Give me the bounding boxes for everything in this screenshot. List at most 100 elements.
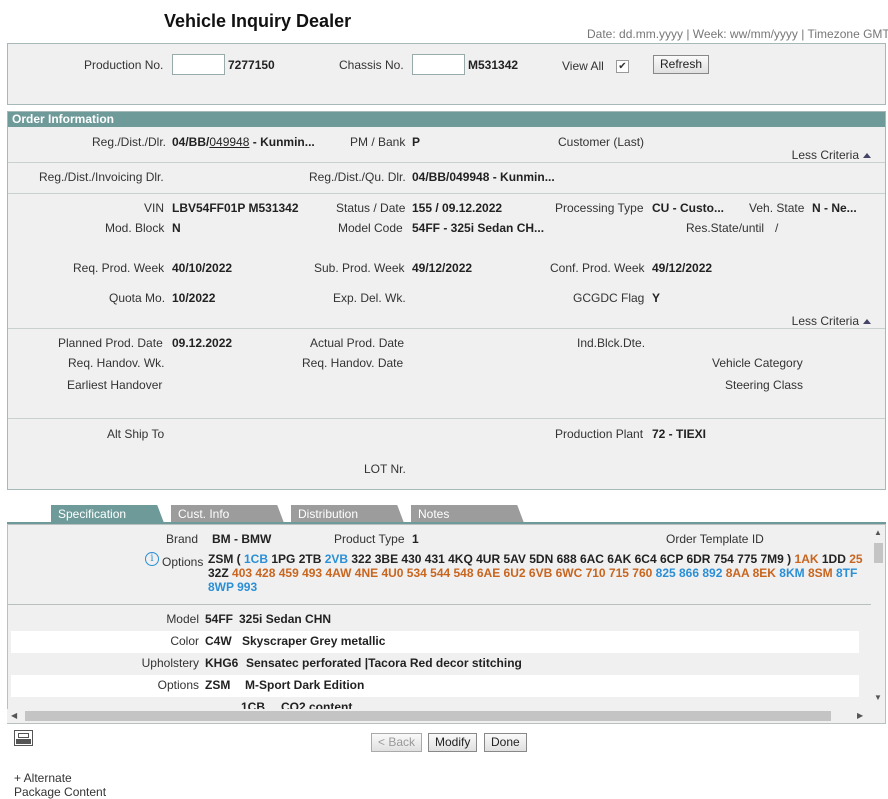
chassis-number-value: M531342 — [468, 58, 519, 72]
model-description: 325i Sedan CHN — [239, 612, 332, 626]
production-plant-value: 72 - TIEXI — [652, 427, 707, 441]
print-icon[interactable] — [14, 730, 33, 746]
spec-row-color: Color C4W Skyscraper Grey metallic — [11, 631, 859, 653]
tab-distribution[interactable]: Distribution — [291, 505, 404, 523]
req-prod-week-value: 40/10/2022 — [172, 261, 233, 275]
actual-prod-date-label: Actual Prod. Date — [310, 336, 405, 350]
chassis-number-input[interactable] — [412, 54, 465, 75]
vertical-scrollbar[interactable]: ▲ ▼ — [871, 525, 885, 723]
production-number-value: 7277150 — [228, 58, 275, 72]
color-label: Color — [170, 634, 199, 648]
options-row-description: M-Sport Dark Edition — [245, 678, 365, 692]
production-number-label: Production No. — [84, 58, 164, 72]
vehicle-category-label: Vehicle Category — [712, 356, 803, 370]
quota-month-label: Quota Mo. — [109, 291, 166, 305]
option-code-run: 8WP 993 — [208, 580, 258, 594]
info-icon[interactable]: i — [145, 552, 159, 566]
modify-button[interactable]: Modify — [428, 733, 478, 752]
exp-del-week-label: Exp. Del. Wk. — [333, 291, 406, 305]
option-code-run: 322 3BE 430 431 4KQ 4UR 5AV 5DN 688 6AC … — [348, 552, 795, 566]
scroll-thumb[interactable] — [25, 711, 831, 721]
options-line: ZSM ( 1CB 1PG 2TB 2VB 322 3BE 430 431 4K… — [208, 552, 863, 566]
qu-dlr-value: 04/BB/049948 - Kunmin... — [412, 170, 555, 184]
option-code-run: 8AA 8EK — [725, 566, 780, 580]
upholstery-description: Sensatec perforated |Tacora Red decor st… — [246, 656, 522, 670]
options-codes: ZSM ( 1CB 1PG 2TB 2VB 322 3BE 430 431 4K… — [208, 552, 863, 594]
order-information-header: Order Information — [8, 112, 885, 127]
view-all-checkbox[interactable]: ✔ — [616, 60, 629, 73]
tab-specification[interactable]: Specification — [51, 505, 164, 523]
tab-notes[interactable]: Notes — [411, 505, 524, 523]
view-all-label: View All — [562, 59, 604, 73]
product-type-value: 1 — [412, 532, 419, 546]
color-description: Skyscraper Grey metallic — [242, 634, 386, 648]
order-template-id-label: Order Template ID — [666, 532, 764, 546]
options-row-label: Options — [157, 678, 199, 692]
spec-row-model: Model 54FF 325i Sedan CHN — [11, 609, 859, 631]
brand-label: Brand — [166, 532, 199, 546]
status-date-value: 155 / 09.12.2022 — [412, 201, 503, 215]
option-code-run: 1AK — [794, 552, 819, 566]
scroll-up-icon[interactable]: ▲ — [874, 528, 882, 537]
model-code: 54FF — [205, 612, 234, 626]
package-content-link[interactable]: Package Content — [14, 785, 106, 799]
customer-last-label: Customer (Last) — [558, 135, 645, 149]
status-date-label: Status / Date — [336, 201, 406, 215]
qu-dlr-label: Reg./Dist./Qu. Dlr. — [309, 170, 406, 184]
mod-block-value: N — [172, 221, 181, 235]
refresh-button[interactable]: Refresh — [653, 55, 710, 74]
product-type-label: Product Type — [334, 532, 405, 546]
reg-dist-dlr-prefix: 04/BB/ — [172, 135, 210, 149]
vin-value: LBV54FF01P M531342 — [172, 201, 299, 215]
less-criteria-toggle[interactable]: Less Criteria — [792, 314, 871, 328]
conf-prod-week-label: Conf. Prod. Week — [550, 261, 645, 275]
divider — [8, 193, 885, 194]
production-number-input[interactable] — [172, 54, 225, 75]
mod-block-label: Mod. Block — [105, 221, 165, 235]
production-plant-label: Production Plant — [555, 427, 644, 441]
options-row-code: ZSM — [205, 678, 231, 692]
invoicing-dlr-label: Reg./Dist./Invoicing Dlr. — [39, 170, 164, 184]
options-line: 8WP 993 — [208, 580, 863, 594]
reg-dist-dlr-label: Reg./Dist./Dlr. — [92, 135, 167, 149]
divider — [8, 328, 885, 329]
vin-label: VIN — [144, 201, 165, 215]
date-format-line: Date: dd.mm.yyyy | Week: ww/mm/yyyy | Ti… — [587, 27, 888, 41]
option-code-run: ZSM ( — [208, 552, 244, 566]
option-code-run: 825 866 892 — [655, 566, 726, 580]
horizontal-scrollbar[interactable]: ◀ ▶ — [7, 709, 872, 723]
veh-state-value: N - Ne... — [812, 201, 857, 215]
scroll-down-icon[interactable]: ▼ — [874, 693, 882, 702]
model-label: Model — [166, 612, 199, 626]
back-button[interactable]: < Back — [371, 733, 423, 752]
alternate-link[interactable]: + Alternate — [14, 771, 72, 785]
tab-cust-info[interactable]: Cust. Info — [171, 505, 284, 523]
sub-prod-week-label: Sub. Prod. Week — [314, 261, 405, 275]
scroll-thumb[interactable] — [874, 543, 883, 563]
steering-class-label: Steering Class — [725, 378, 804, 392]
sub-prod-week-value: 49/12/2022 — [412, 261, 473, 275]
veh-state-label: Veh. State — [749, 201, 805, 215]
processing-type-value: CU - Custo... — [652, 201, 724, 215]
scroll-left-icon[interactable]: ◀ — [11, 711, 17, 720]
pm-bank-value: P — [412, 135, 421, 149]
model-code-label: Model Code — [338, 221, 403, 235]
option-code-run: 2VB — [324, 552, 349, 566]
gcgdc-flag-value: Y — [652, 291, 661, 305]
options-label: Options — [162, 555, 204, 569]
divider — [8, 162, 885, 163]
less-criteria-toggle[interactable]: Less Criteria — [792, 148, 871, 162]
search-panel: Production No. 7277150 Chassis No. M5313… — [7, 43, 886, 105]
done-button[interactable]: Done — [484, 733, 527, 752]
gcgdc-flag-label: GCGDC Flag — [573, 291, 645, 305]
upholstery-code: KHG6 — [205, 656, 239, 670]
option-code-run: 25 — [849, 552, 863, 566]
collapse-up-icon — [863, 153, 871, 158]
scroll-right-icon[interactable]: ▶ — [857, 711, 863, 720]
chassis-number-label: Chassis No. — [339, 58, 404, 72]
divider — [8, 418, 885, 419]
dealer-number-link[interactable]: 049948 — [209, 135, 249, 149]
reg-dist-dlr-value: 04/BB/049948 - Kunmin... — [172, 135, 315, 149]
earliest-handover-label: Earliest Handover — [67, 378, 163, 392]
option-code-run: 8TF — [835, 566, 858, 580]
